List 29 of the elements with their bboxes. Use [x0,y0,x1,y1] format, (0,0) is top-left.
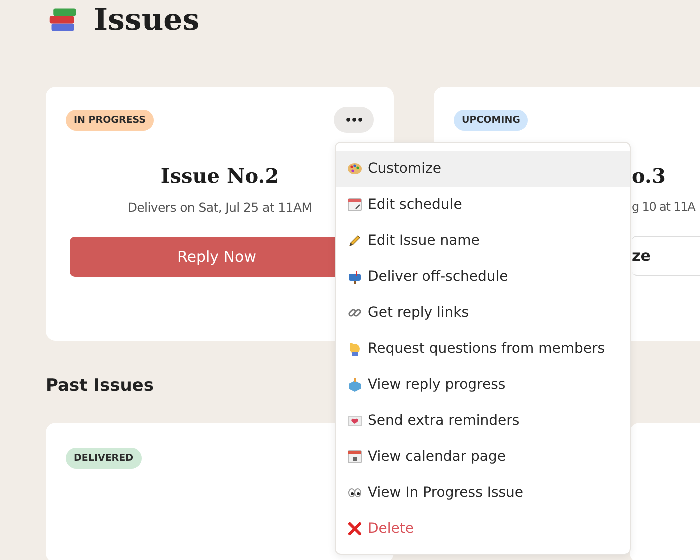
delivery-date: Delivers on Sat, Jul 25 at 11AM [128,200,312,215]
menu-item[interactable]: Send extra reminders [336,403,630,439]
menu-item[interactable]: View reply progress [336,367,630,403]
menu-item[interactable]: Request questions from members [336,331,630,367]
raised-hand-icon [347,341,363,357]
menu-item[interactable]: View calendar page [336,439,630,475]
palette-icon [347,161,363,177]
issue-title: o.3 [632,164,666,188]
heart-letter-icon [347,413,363,429]
status-badge: UPCOMING [454,110,528,130]
calendar-icon [347,449,363,465]
more-button[interactable]: ••• [334,107,374,133]
menu-item[interactable]: Get reply links [336,295,630,331]
section-title: Past Issues [46,376,154,396]
close-icon [347,521,363,537]
issue-title: Issue No.2 [160,164,280,188]
pencil-icon [347,233,363,249]
page-title: Issues [94,2,200,38]
menu-item[interactable]: Edit schedule [336,187,630,223]
menu-item[interactable]: View In Progress Issue [336,475,630,511]
box-icon [347,377,363,393]
menu-item[interactable]: Customize [336,151,630,187]
action-button[interactable]: ze [632,236,700,276]
delivery-date: g 10 at 11A [632,200,696,214]
mailbox-icon [347,269,363,285]
status-badge: DELIVERED [66,448,142,469]
calendar-icon [347,197,363,213]
status-badge: IN PROGRESS [66,110,154,130]
menu-item[interactable]: Delete [336,511,630,547]
